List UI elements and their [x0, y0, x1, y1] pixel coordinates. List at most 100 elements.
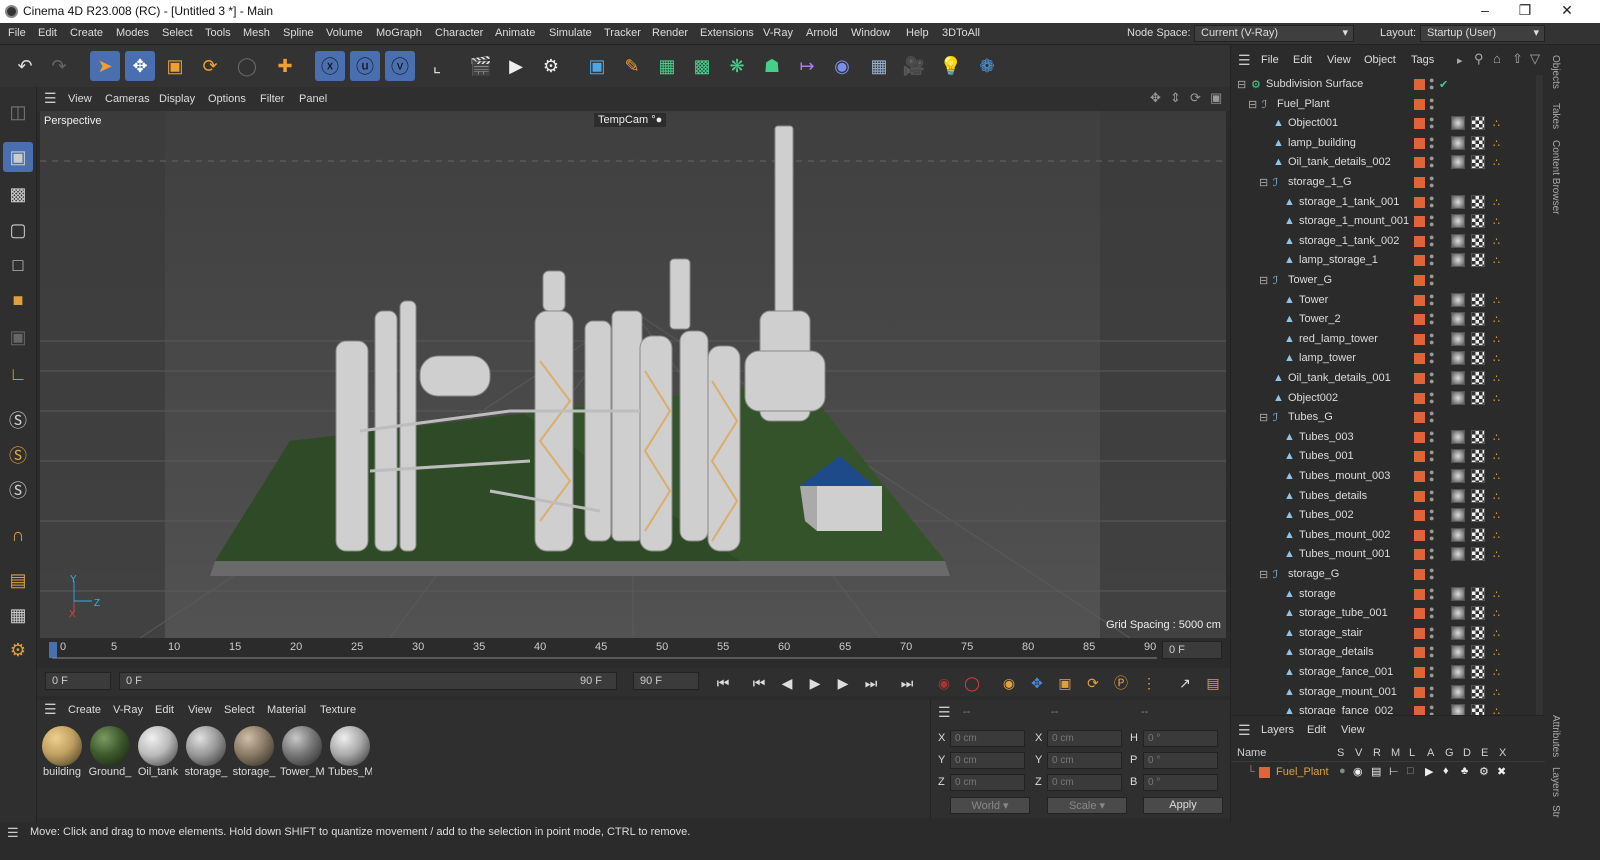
object-name[interactable]: storage — [1299, 588, 1336, 600]
material-tag-icon[interactable] — [1451, 371, 1465, 385]
end-frame-field[interactable]: 90 F — [633, 672, 699, 690]
coordinate-mode-dropdown[interactable]: World ▾ — [950, 797, 1030, 814]
uvw-tag-icon[interactable] — [1471, 508, 1485, 523]
layer-color-swatch[interactable] — [1414, 412, 1425, 424]
toggle-view-icon[interactable]: ▣ — [1210, 90, 1222, 106]
phong-tag-icon[interactable]: ∴ — [1493, 235, 1505, 248]
uvw-tag-icon[interactable] — [1471, 586, 1485, 601]
tab-attributes[interactable]: Attributes — [1550, 715, 1561, 757]
recent-tool-icon[interactable]: ◯ — [232, 51, 262, 81]
phong-tag-icon[interactable]: ∴ — [1493, 490, 1505, 503]
node-space-dropdown[interactable]: Current (V-Ray) ▾ — [1194, 25, 1354, 42]
obj-menu-object[interactable]: Object — [1364, 54, 1396, 66]
render-settings-icon[interactable]: ⚙ — [536, 51, 566, 81]
object-name[interactable]: lamp_storage_1 — [1299, 254, 1378, 266]
uvw-tag-icon[interactable] — [1471, 469, 1485, 483]
uvw-tag-icon[interactable] — [1471, 684, 1485, 699]
eye-icon[interactable]: ◉ — [1353, 765, 1363, 778]
object-row[interactable]: ▲ storage_stair ● ● ∴ — [1231, 624, 1531, 644]
render-to-picture-viewer-icon[interactable]: ▶ — [501, 51, 531, 81]
visibility-dots-icon[interactable]: ● ● — [1429, 585, 1434, 601]
search-icon[interactable]: ⚲ — [1474, 51, 1484, 67]
layer-color-swatch[interactable] — [1414, 137, 1425, 149]
object-name[interactable]: Fuel_Plant — [1277, 98, 1330, 110]
collapse-toggle-icon[interactable]: ⊟ — [1259, 176, 1271, 189]
object-row[interactable]: ⊟ ℐ Tubes_G ● ● — [1231, 408, 1531, 428]
go-to-end-icon[interactable]: ⏭ — [895, 671, 919, 695]
light-icon[interactable]: 💡 — [936, 51, 966, 81]
size-z-field[interactable]: 0 cm — [1047, 774, 1122, 791]
axis-move-icon[interactable]: ✚ — [270, 51, 300, 81]
enabled-check-icon[interactable]: ✔ — [1439, 78, 1451, 91]
uvw-tag-icon[interactable] — [1471, 214, 1485, 229]
edges-mode-icon[interactable]: □ — [3, 250, 33, 280]
phong-tag-icon[interactable]: ∴ — [1493, 646, 1505, 659]
object-row[interactable]: ▲ Tubes_mount_002 ● ● ∴ — [1231, 526, 1531, 546]
visibility-dots-icon[interactable]: ● ● — [1429, 428, 1434, 444]
camera-label[interactable]: TempCam °● — [594, 113, 667, 127]
timeline-ruler[interactable]: 0 5 10 15 20 25 30 35 40 45 50 55 60 65 … — [37, 638, 1230, 662]
workplane-icon[interactable]: ▤ — [3, 565, 33, 595]
parameter-key-icon[interactable]: Ⓟ — [1109, 671, 1133, 695]
visibility-dots-icon[interactable]: ● ● — [1429, 468, 1434, 484]
layer-color-swatch[interactable] — [1414, 79, 1425, 90]
phong-tag-icon[interactable]: ∴ — [1493, 352, 1505, 365]
object-row[interactable]: ⊟ ⚙ Subdivision Surface ● ● ✔ — [1231, 75, 1531, 95]
phong-tag-icon[interactable]: ∴ — [1493, 431, 1505, 444]
layer-color-swatch[interactable] — [1259, 767, 1270, 778]
cube-icon[interactable]: ▣ — [582, 51, 612, 81]
material-tag-icon[interactable] — [1451, 645, 1465, 660]
object-row[interactable]: ▲ Tubes_details ● ● ∴ — [1231, 487, 1531, 507]
collapse-toggle-icon[interactable]: ⊟ — [1237, 78, 1249, 91]
extrude-icon[interactable]: ▩ — [687, 51, 717, 81]
rotation-key-icon[interactable]: ⟳ — [1081, 671, 1105, 695]
phong-tag-icon[interactable]: ∴ — [1493, 333, 1505, 346]
phong-tag-icon[interactable]: ∴ — [1493, 666, 1505, 679]
object-name[interactable]: Tower_2 — [1299, 313, 1341, 325]
phong-tag-icon[interactable]: ∴ — [1493, 137, 1505, 150]
visibility-dots-icon[interactable]: ● ● — [1429, 448, 1434, 464]
coordinate-system-icon[interactable]: ⌞ — [422, 51, 452, 81]
position-x-field[interactable]: 0 cm — [950, 730, 1025, 747]
scale-key-icon[interactable]: ▣ — [1053, 671, 1077, 695]
hamburger-icon[interactable]: ☰ — [44, 701, 57, 718]
autokey-icon[interactable]: ◯ — [960, 671, 984, 695]
solo-selection-icon[interactable]: Ⓢ — [3, 475, 33, 505]
rotation-b-field[interactable]: 0 ° — [1143, 774, 1218, 791]
material-tag-icon[interactable] — [1451, 586, 1465, 601]
layer-color-swatch[interactable] — [1414, 235, 1425, 247]
object-row[interactable]: ▲ storage ● ● ∴ — [1231, 585, 1531, 605]
uvw-tag-icon[interactable] — [1471, 371, 1485, 385]
visibility-dots-icon[interactable]: ● ● — [1429, 546, 1434, 562]
next-frame-icon[interactable]: ▶ — [831, 671, 855, 695]
scale-tool-icon[interactable]: ▣ — [160, 51, 190, 81]
visibility-dots-icon[interactable]: ● ● — [1429, 213, 1434, 229]
visibility-dots-icon[interactable]: ● ● — [1429, 115, 1434, 131]
visibility-dots-icon[interactable]: ● ● — [1429, 311, 1434, 327]
menu-render[interactable]: Render — [652, 27, 688, 39]
layer-color-swatch[interactable] — [1414, 196, 1425, 208]
home-icon[interactable]: ⌂ — [1493, 51, 1501, 66]
pan-view-icon[interactable]: ✥ — [1150, 90, 1161, 106]
layer-color-swatch[interactable] — [1414, 608, 1425, 620]
size-y-field[interactable]: 0 cm — [1047, 752, 1122, 769]
phong-tag-icon[interactable]: ∴ — [1493, 548, 1505, 561]
visibility-dots-icon[interactable]: ● ● — [1429, 664, 1434, 680]
visibility-dots-icon[interactable]: ● ● — [1429, 370, 1434, 386]
select-tool-icon[interactable]: ➤ — [90, 51, 120, 81]
object-name[interactable]: storage_details — [1299, 646, 1374, 658]
next-key-icon[interactable]: ⏭ — [859, 671, 883, 695]
mograph-cloner-icon[interactable]: ❋ — [722, 51, 752, 81]
mat-menu-texture[interactable]: Texture — [320, 704, 356, 716]
object-row[interactable]: ▲ Tubes_003 ● ● ∴ — [1231, 428, 1531, 448]
interpolation-icon[interactable]: ↗ — [1173, 671, 1197, 695]
bookmark-icon[interactable]: ⇧ — [1512, 51, 1523, 67]
phong-tag-icon[interactable]: ∴ — [1493, 588, 1505, 601]
uvw-tag-icon[interactable] — [1471, 351, 1485, 366]
object-name[interactable]: storage_tube_001 — [1299, 607, 1388, 619]
material-swatch[interactable]: Tower_M — [280, 726, 324, 778]
uvw-tag-icon[interactable] — [1471, 429, 1485, 444]
visibility-dots-icon[interactable]: ● ● — [1429, 605, 1434, 621]
menu-window[interactable]: Window — [851, 27, 890, 39]
hamburger-icon[interactable]: ☰ — [7, 825, 19, 841]
